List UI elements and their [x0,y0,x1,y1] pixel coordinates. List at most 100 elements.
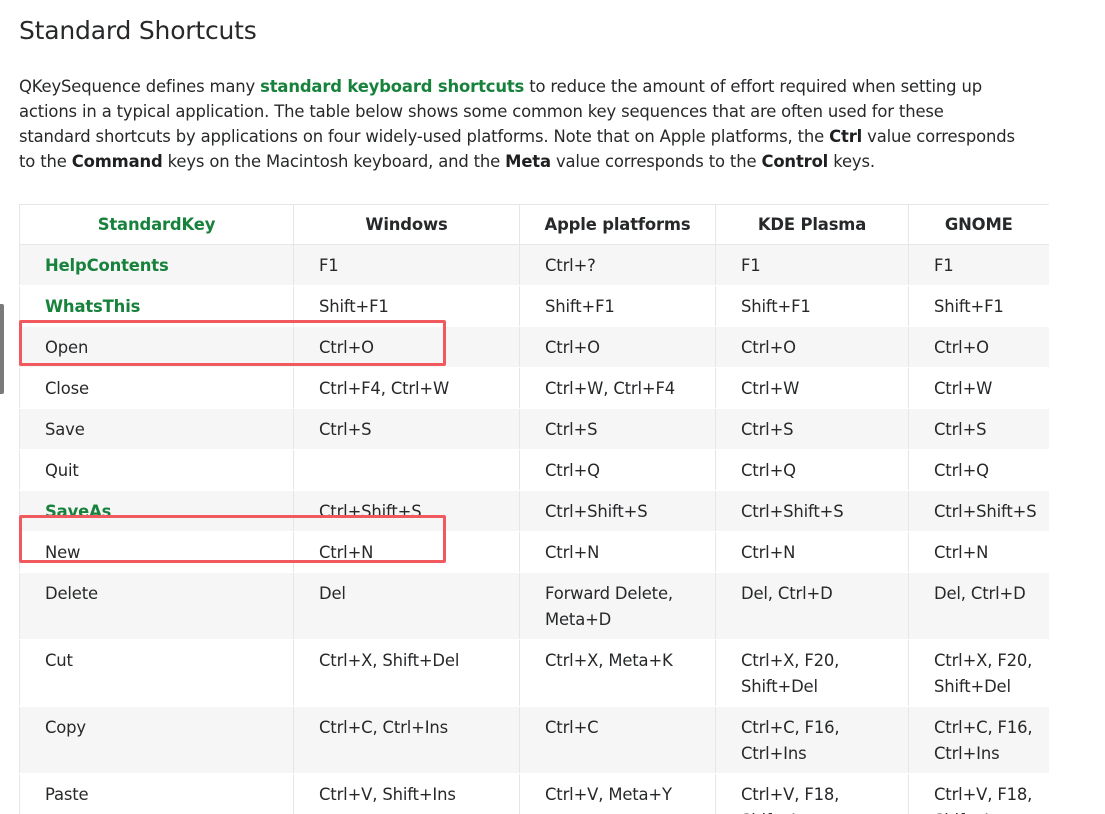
header-standardkey[interactable]: StandardKey [19,204,294,245]
header-windows: Windows [293,204,520,245]
cell-apple: Ctrl+V, Meta+Y [519,773,716,814]
cell-kde: Ctrl+O [715,326,909,368]
intro-text-1: QKeySequence defines many [19,77,261,96]
cell-kde: Ctrl+Shift+S [715,490,909,532]
shortcuts-table: StandardKey Windows Apple platforms KDE … [19,204,1049,814]
cell-line: Ctrl+X, F20, [934,651,1033,670]
cell-line: Forward Delete, [545,584,673,603]
cell-win: Ctrl+F4, Ctrl+W [293,367,520,409]
table-row: Delete Del Forward Delete, Meta+D Del, Ctrl+… [19,572,1049,640]
cell-apple: Ctrl+C [519,706,716,774]
cell-kde: Ctrl+Q [715,449,909,491]
cell-apple: Ctrl+Q [519,449,716,491]
table-row: Cut Ctrl+X, Shift+Del Ctrl+X, Meta+K Ctrl+X… [19,639,1049,707]
cell-kde: Del, Ctrl+D [715,572,909,640]
cell-gnome: Ctrl+Shift+S [908,490,1049,532]
doc-page: Standard Shortcuts QKeySequence defines … [0,0,1105,814]
intro-paragraph: QKeySequence defines many standard keybo… [19,74,1019,174]
intro-bold-command: Command [71,152,163,171]
cell-key[interactable]: HelpContents [19,244,294,286]
cell-gnome: Ctrl+Q [908,449,1049,491]
cell-key: Quit [19,449,294,491]
table-row: HelpContents F1 Ctrl+? F1 F1 [19,244,1049,286]
cell-line: Ctrl+V, F18, [934,785,1033,804]
cell-kde: Ctrl+V, F18,Shift+Ins [715,773,909,814]
cell-win: Ctrl+Shift+S [293,490,520,532]
cell-win: Del [293,572,520,640]
cell-gnome: Ctrl+S [908,408,1049,450]
cell-key[interactable]: WhatsThis [19,285,294,327]
cell-apple: Forward Delete, Meta+D [519,572,716,640]
cell-gnome: Ctrl+V, F18,Shift+Ins [908,773,1049,814]
cell-key: Copy [19,706,294,774]
cell-apple: Ctrl+X, Meta+K [519,639,716,707]
cell-kde: Ctrl+W [715,367,909,409]
cell-kde: Ctrl+C, F16, Ctrl+Ins [715,706,909,774]
cell-apple: Ctrl+Shift+S [519,490,716,532]
table-row: Paste Ctrl+V, Shift+Ins Ctrl+V, Meta+Y Ctrl… [19,773,1049,814]
table-header-row: StandardKey Windows Apple platforms KDE … [19,204,1049,245]
cell-line: Ctrl+V, F18, [741,785,840,804]
cell-win: Ctrl+O [293,326,520,368]
table-row: Save Ctrl+S Ctrl+S Ctrl+S Ctrl+S [19,408,1049,450]
table-body: HelpContents F1 Ctrl+? F1 F1 WhatsThis Shift+F… [19,244,1049,814]
cell-win: Ctrl+N [293,531,520,573]
cell-kde: Ctrl+S [715,408,909,450]
cell-key: Cut [19,639,294,707]
cell-apple: Shift+F1 [519,285,716,327]
cell-kde: F1 [715,244,909,286]
cell-line: Shift+Del [741,677,818,696]
table-row: Quit Ctrl+Q Ctrl+Q Ctrl+Q [19,449,1049,491]
section-heading: Standard Shortcuts [19,16,257,45]
table-row: Close Ctrl+F4, Ctrl+W Ctrl+W, Ctrl+F4 Ctrl+… [19,367,1049,409]
cell-gnome: Shift+F1 [908,285,1049,327]
cell-kde: Ctrl+X, F20, Shift+Del [715,639,909,707]
cell-gnome: F1 [908,244,1049,286]
cell-key: Open [19,326,294,368]
cell-win: Ctrl+C, Ctrl+Ins [293,706,520,774]
cell-gnome: Ctrl+W [908,367,1049,409]
cell-gnome: Ctrl+C, F16, Ctrl+Ins [908,706,1049,774]
cell-gnome: Del, Ctrl+D [908,572,1049,640]
cell-win: Shift+F1 [293,285,520,327]
intro-bold-ctrl: Ctrl [829,127,863,146]
cell-key: Delete [19,572,294,640]
cell-apple: Ctrl+N [519,531,716,573]
standard-shortcuts-link[interactable]: standard keyboard shortcuts [260,77,524,96]
cell-gnome: Ctrl+N [908,531,1049,573]
cell-win: Ctrl+X, Shift+Del [293,639,520,707]
cell-apple: Ctrl+S [519,408,716,450]
cell-win: Ctrl+V, Shift+Ins [293,773,520,814]
cell-win [293,449,520,491]
cell-line: Ctrl+X, F20, [741,651,840,670]
cell-kde: Shift+F1 [715,285,909,327]
scroll-indicator[interactable] [0,304,4,394]
table-row: New Ctrl+N Ctrl+N Ctrl+N Ctrl+N [19,531,1049,573]
cell-apple: Ctrl+O [519,326,716,368]
cell-kde: Ctrl+N [715,531,909,573]
header-apple: Apple platforms [519,204,716,245]
intro-text-6: keys. [828,152,875,171]
cell-line: Ctrl+Ins [741,744,807,763]
cell-line: Ctrl+C, F16, [741,718,840,737]
intro-bold-control: Control [761,152,829,171]
intro-text-5: value corresponds to the [550,152,762,171]
cell-line: Meta+D [545,610,612,629]
cell-key: Close [19,367,294,409]
cell-apple: Ctrl+? [519,244,716,286]
cell-win: F1 [293,244,520,286]
cell-key: Paste [19,773,294,814]
header-kde: KDE Plasma [715,204,909,245]
cell-win: Ctrl+S [293,408,520,450]
cell-gnome: Ctrl+X, F20, Shift+Del [908,639,1049,707]
cell-key: New [19,531,294,573]
header-gnome: GNOME [908,204,1049,245]
cell-line: Ctrl+Ins [934,744,1000,763]
cell-apple: Ctrl+W, Ctrl+F4 [519,367,716,409]
cell-line: Shift+Del [934,677,1011,696]
table-row: SaveAs Ctrl+Shift+S Ctrl+Shift+S Ctrl+Shift… [19,490,1049,532]
table-row: Copy Ctrl+C, Ctrl+Ins Ctrl+C Ctrl+C, F16, Ct… [19,706,1049,774]
table-row: Open Ctrl+O Ctrl+O Ctrl+O Ctrl+O [19,326,1049,368]
cell-key[interactable]: SaveAs [19,490,294,532]
intro-bold-meta: Meta [505,152,551,171]
